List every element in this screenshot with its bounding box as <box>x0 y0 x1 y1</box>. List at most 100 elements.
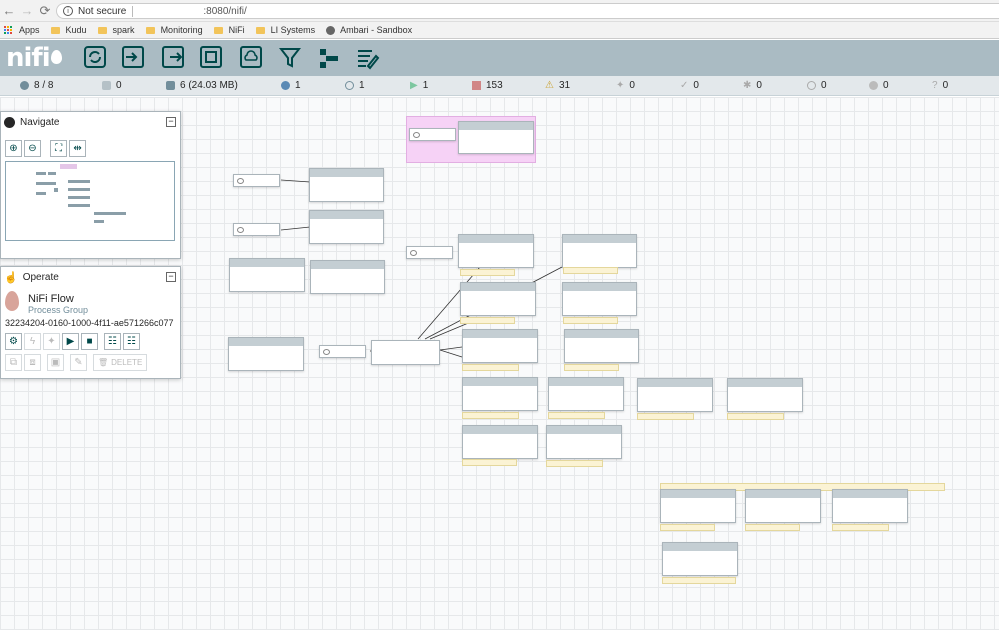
disable-icon[interactable]: ✦ <box>43 333 60 350</box>
address-bar[interactable]: i Not secure :8080/nifi/ <box>56 3 999 19</box>
collapse-operate-button[interactable]: − <box>166 272 176 282</box>
processor[interactable] <box>462 377 538 411</box>
start-button[interactable]: ▶ <box>62 333 79 350</box>
selection-name: NiFi Flow <box>28 293 74 305</box>
stale-stat: 0 <box>807 80 827 91</box>
processor[interactable] <box>309 168 384 202</box>
label[interactable] <box>660 524 715 531</box>
check-icon: ✓ <box>680 80 689 91</box>
label[interactable] <box>832 524 889 531</box>
processor[interactable] <box>310 260 385 294</box>
hand-pointer-icon: ☝ <box>4 271 18 284</box>
navigate-title: Navigate <box>20 116 60 128</box>
bookmarks-bar: Apps Kudu spark Monitoring NiFi LI Syste… <box>0 22 999 39</box>
remote-process-group[interactable] <box>319 345 366 358</box>
bookmark-apps[interactable]: Apps <box>4 25 40 35</box>
output-port-tool-icon[interactable] <box>162 46 184 68</box>
zoom-in-icon[interactable]: ⊕ <box>5 140 22 157</box>
copy-icon[interactable]: ⧉ <box>5 354 22 371</box>
paste-icon[interactable]: ⧈ <box>24 354 41 371</box>
processor[interactable] <box>562 234 637 268</box>
label[interactable] <box>460 269 515 276</box>
label[interactable] <box>548 412 605 419</box>
group-icon[interactable]: ▣ <box>47 354 64 371</box>
label[interactable] <box>563 317 618 324</box>
zoom-out-icon[interactable]: ⊖ <box>24 140 41 157</box>
funnel-tool-icon[interactable] <box>278 46 302 68</box>
color-brush-icon[interactable]: ✎ <box>70 354 87 371</box>
birdseye-map[interactable] <box>5 161 175 241</box>
processor[interactable] <box>727 378 803 412</box>
template-tool-icon[interactable] <box>318 46 340 68</box>
label[interactable] <box>462 412 519 419</box>
input-port-tool-icon[interactable] <box>122 46 144 68</box>
label[interactable] <box>637 413 694 420</box>
bookmark-monitoring[interactable]: Monitoring <box>145 25 203 35</box>
cloud-icon <box>413 132 420 138</box>
processor[interactable] <box>371 340 440 365</box>
collapse-navigate-button[interactable]: − <box>166 117 176 127</box>
processor[interactable] <box>832 489 908 523</box>
operate-panel: ☝ Operate − NiFi Flow Process Group 3223… <box>0 266 181 379</box>
processor-tool-icon[interactable] <box>84 46 106 68</box>
processor[interactable] <box>460 282 536 316</box>
question-icon: ? <box>932 80 938 91</box>
create-template-icon[interactable]: ☷ <box>104 333 121 350</box>
label[interactable] <box>563 267 618 274</box>
forward-arrow-icon[interactable]: → <box>18 3 36 18</box>
flow-canvas[interactable]: Navigate − ⊕ ⊖ ⛶ ⇹ ☝ Operate − NiFi Flow… <box>0 97 999 630</box>
processor[interactable] <box>228 337 304 371</box>
label[interactable] <box>462 459 517 466</box>
remote-process-group[interactable] <box>233 174 280 187</box>
configure-gear-icon[interactable]: ⚙ <box>5 333 22 350</box>
processor[interactable] <box>458 121 534 154</box>
remote-process-group[interactable] <box>409 128 456 141</box>
cloud-icon <box>410 250 417 256</box>
actual-size-icon[interactable]: ⇹ <box>69 140 87 157</box>
bookmark-li-systems[interactable]: LI Systems <box>255 25 315 35</box>
back-arrow-icon[interactable]: ← <box>0 3 18 18</box>
apps-grid-icon <box>4 25 13 35</box>
processor[interactable] <box>637 378 713 412</box>
processor[interactable] <box>229 258 305 292</box>
label[interactable] <box>662 577 736 584</box>
play-icon: ▶ <box>410 80 418 91</box>
process-group-tool-icon[interactable] <box>200 46 222 68</box>
label[interactable] <box>564 364 619 371</box>
processor[interactable] <box>458 234 534 268</box>
upload-template-icon[interactable]: ☷ <box>123 333 140 350</box>
processor[interactable] <box>662 542 738 576</box>
processor[interactable] <box>562 282 637 316</box>
remote-process-group-tool-icon[interactable] <box>240 46 262 68</box>
processor[interactable] <box>564 329 639 363</box>
bookmark-kudu[interactable]: Kudu <box>50 25 87 35</box>
label[interactable] <box>727 413 784 420</box>
processor[interactable] <box>546 425 622 459</box>
sync-failure-stat: ? 0 <box>932 80 949 91</box>
enable-icon[interactable]: ϟ <box>24 333 41 350</box>
label[interactable] <box>462 364 519 371</box>
running-stat: ▶ 1 <box>410 80 429 91</box>
delete-button[interactable]: 🗑 DELETE <box>93 354 148 371</box>
label[interactable] <box>546 460 603 467</box>
stop-button[interactable]: ■ <box>81 333 98 350</box>
processor[interactable] <box>548 377 624 411</box>
trash-icon: 🗑 <box>98 358 109 367</box>
fit-icon[interactable]: ⛶ <box>50 140 68 157</box>
processor[interactable] <box>660 489 736 523</box>
disabled-icon: ✦ <box>616 80 625 91</box>
processor[interactable] <box>462 329 538 363</box>
remote-process-group[interactable] <box>233 223 280 236</box>
label[interactable] <box>745 524 800 531</box>
processor[interactable] <box>462 425 538 459</box>
reload-icon[interactable]: ⟳ <box>36 3 54 19</box>
bookmark-nifi[interactable]: NiFi <box>213 25 245 35</box>
bookmark-ambari-sandbox[interactable]: Ambari - Sandbox <box>326 25 412 35</box>
processor[interactable] <box>309 210 384 244</box>
processor[interactable] <box>745 489 821 523</box>
remote-process-group[interactable] <box>406 246 453 259</box>
label[interactable] <box>460 317 515 324</box>
label-tool-icon[interactable] <box>356 46 380 70</box>
disabled-stat: ✦ 0 <box>616 80 635 91</box>
bookmark-spark[interactable]: spark <box>97 25 135 35</box>
